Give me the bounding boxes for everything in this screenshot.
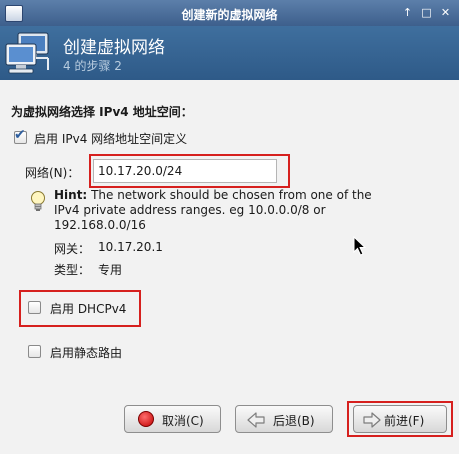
lightbulb-icon (31, 191, 45, 211)
dhcp-highlight (19, 290, 141, 327)
restore-up-icon[interactable]: ↑ (400, 5, 415, 20)
cancel-icon (138, 411, 154, 427)
checkmark-icon: ✔ (14, 127, 26, 143)
section-label: 为虚拟网络选择 IPv4 地址空间： (11, 105, 193, 119)
network-label: 网络(N)： (25, 166, 80, 180)
enable-static-route-checkbox[interactable] (28, 345, 41, 358)
type-label: 类型： (54, 263, 91, 277)
hint-label: Hint: (54, 188, 88, 202)
gateway-value: 10.17.20.1 (98, 240, 163, 254)
enable-static-route-label: 启用静态路由 (50, 346, 123, 360)
type-value: 专用 (98, 263, 123, 277)
window-title: 创建新的虚拟网络 (181, 8, 278, 22)
mouse-cursor-icon (353, 236, 367, 256)
header-step: 4 的步骤 2 (63, 59, 122, 73)
back-label: 后退(B) (273, 414, 315, 428)
enable-ipv4-label: 启用 IPv4 网络地址空间定义 (34, 132, 188, 146)
network-highlight (89, 154, 290, 188)
forward-highlight (347, 401, 453, 437)
title-bar: 创建新的虚拟网络 ↑ □ ✕ (0, 0, 459, 26)
close-icon[interactable]: ✕ (438, 5, 453, 20)
back-button[interactable]: 后退(B) (235, 405, 333, 433)
network-computers-icon (5, 32, 49, 74)
hint-body: The network should be chosen from one of… (54, 188, 372, 232)
hint-text: Hint: The network should be chosen from … (54, 188, 374, 233)
cancel-button[interactable]: 取消(C) (124, 405, 221, 433)
gateway-label: 网关： (54, 242, 91, 256)
maximize-icon[interactable]: □ (419, 5, 434, 20)
enable-ipv4-checkbox[interactable]: ✔ (14, 127, 27, 144)
cancel-label: 取消(C) (162, 414, 204, 428)
back-arrow-icon (247, 412, 265, 428)
wizard-header: 创建虚拟网络 4 的步骤 2 (0, 26, 459, 80)
header-title: 创建虚拟网络 (63, 38, 165, 58)
